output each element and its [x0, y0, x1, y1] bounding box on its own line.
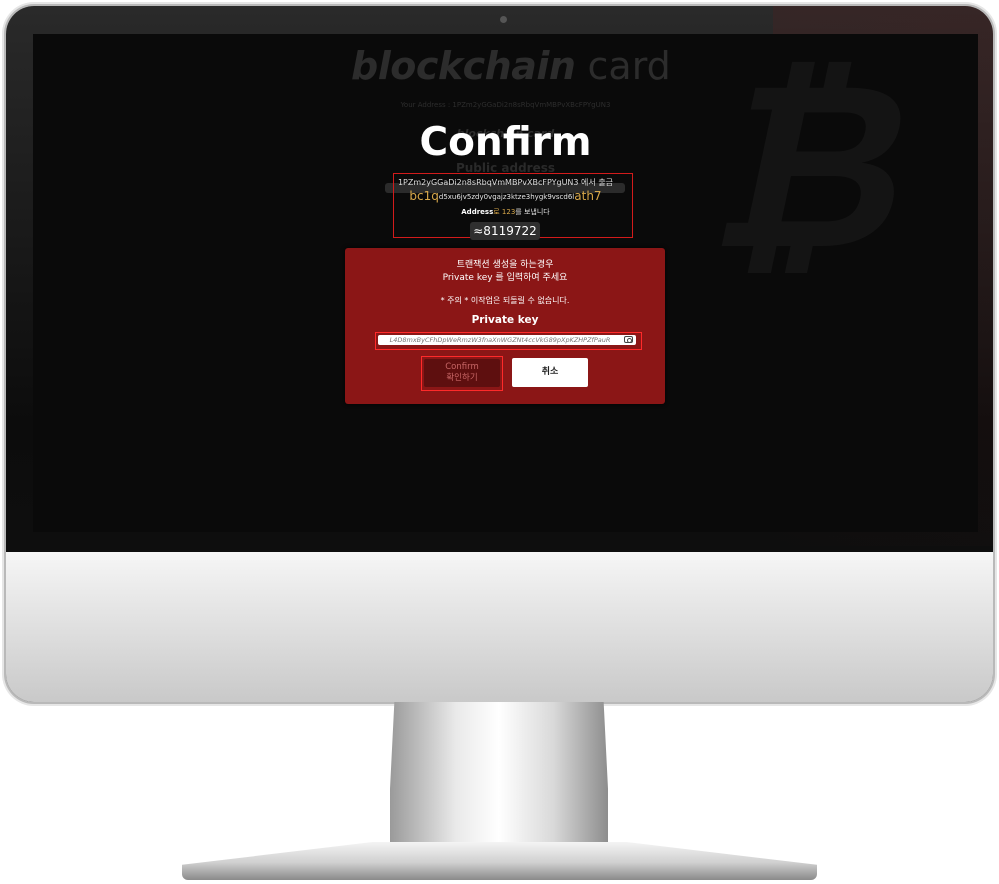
- webcam-dot: [500, 16, 507, 23]
- confirm-title: Confirm: [419, 120, 592, 165]
- send-address-label: Address: [461, 208, 494, 216]
- private-key-label: Private key: [471, 314, 539, 326]
- to-address-prefix: bc1q: [409, 189, 439, 203]
- modal-instruction-line2: Private key 를 입력하여 주세요: [442, 273, 568, 283]
- monitor-stand-neck: [390, 702, 608, 842]
- private-key-input[interactable]: [378, 335, 636, 345]
- monitor-screen: ₿ blockchain card Your Address : 1PZm2yG…: [33, 34, 978, 532]
- confirm-button[interactable]: Confirm 확인하기: [424, 359, 500, 387]
- amount-badge: ≈8119722: [470, 222, 540, 240]
- confirm-button-label-ko: 확인하기: [446, 373, 478, 383]
- modal-warning: * 주의 * 이작업은 되돌릴 수 없습니다.: [440, 296, 570, 305]
- send-amount-tail: 를 보냅니다: [515, 208, 550, 216]
- background-address-line: Your Address : 1PZm2yGGaDi2n8sRbqVmMBPvX…: [400, 101, 611, 109]
- confirm-button-label-en: Confirm: [445, 362, 479, 372]
- modal-instruction-line1: 트랜잭션 생성을 하는경우: [456, 260, 554, 270]
- cancel-button[interactable]: 취소: [512, 358, 588, 387]
- private-key-modal: 트랜잭션 생성을 하는경우 Private key 를 입력하여 주세요 * 주…: [345, 248, 665, 404]
- send-amount-value: 로 123: [493, 208, 516, 216]
- monitor-bezel: ₿ blockchain card Your Address : 1PZm2yG…: [6, 6, 993, 702]
- from-address-line: 1PZm2yGGaDi2n8sRbqVmMBPvXBcFPYgUN3 에서 출금: [397, 178, 614, 187]
- camera-icon[interactable]: [624, 336, 633, 343]
- monitor-stand-base: [182, 842, 817, 880]
- site-logo: blockchain card: [351, 44, 671, 88]
- to-address-suffix: ath7: [574, 189, 602, 203]
- logo-bold: blockchain: [351, 44, 576, 88]
- monitor-chin: [6, 552, 993, 702]
- send-amount-line: Address로 123를 보냅니다: [33, 207, 978, 217]
- to-address-middle: d5xu6jv5zdy0vgajz3ktze3hygk9vscd6l: [438, 193, 575, 201]
- to-address-line: bc1qd5xu6jv5zdy0vgajz3ktze3hygk9vscd6lat…: [33, 189, 978, 203]
- logo-light: card: [587, 44, 671, 88]
